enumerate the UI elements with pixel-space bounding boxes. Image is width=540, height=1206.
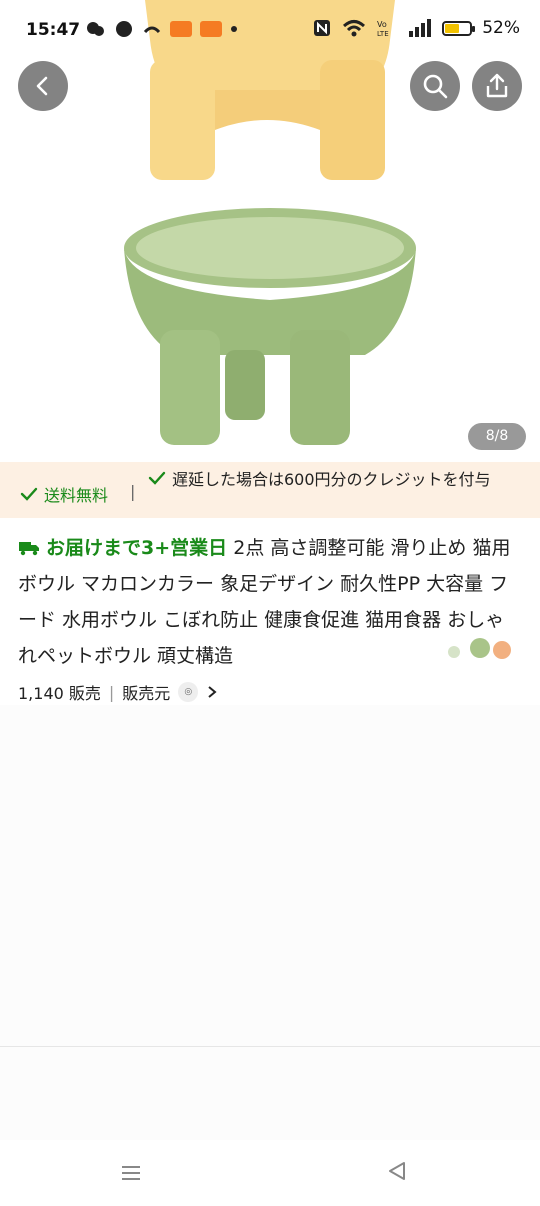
check-icon	[148, 471, 166, 485]
thumbnail-preview[interactable]	[440, 630, 520, 670]
notification-icons	[86, 20, 238, 38]
temu-app-icon-2	[200, 21, 222, 37]
product-image-gallery[interactable]	[0, 0, 540, 462]
wifi-icon	[343, 20, 366, 37]
seller-label: 販売元	[122, 684, 171, 703]
chevron-left-icon	[36, 76, 48, 96]
free-shipping: 送料無料	[20, 482, 108, 506]
back-button[interactable]	[18, 61, 68, 111]
seller-badge-icon: ◎	[178, 682, 199, 702]
delivery-truck-icon	[19, 542, 39, 556]
delivery-estimate: お届けまで3+営業日	[46, 537, 228, 559]
signal-icon	[409, 19, 432, 37]
volte-icon: VoLTE	[377, 20, 389, 38]
svg-text:Vo: Vo	[377, 20, 387, 29]
battery-icon	[442, 20, 476, 36]
back-triangle-icon[interactable]	[386, 1160, 408, 1182]
battery-percent: 52%	[482, 18, 520, 38]
check-icon	[20, 487, 38, 501]
delay-credit-label: 遅延した場合は600円分のクレジットを付与	[172, 470, 491, 489]
nfc-icon	[314, 20, 331, 36]
svg-text:LTE: LTE	[377, 30, 389, 38]
wechat-icon	[87, 22, 104, 36]
system-navigation-bar	[0, 1140, 540, 1206]
status-bar: 15:47 Vo LTE 52%	[0, 0, 540, 62]
section-divider	[0, 1046, 540, 1047]
battery-level	[445, 23, 459, 33]
status-time: 15:47	[26, 20, 81, 40]
green-bowl-illustration	[124, 208, 416, 445]
search-button[interactable]	[410, 61, 460, 111]
temu-app-icon	[170, 21, 192, 37]
chevron-right-icon	[208, 686, 217, 698]
product-image	[124, 0, 416, 445]
system-icons: Vo LTE 52%	[312, 18, 520, 38]
sales-divider: |	[108, 682, 115, 702]
image-counter: 8/8	[468, 423, 526, 450]
rakuten-icon	[116, 21, 132, 37]
search-icon	[423, 74, 448, 99]
share-button[interactable]	[472, 61, 522, 111]
sales-count: 1,140 販売	[18, 684, 101, 703]
menu-icon[interactable]	[120, 1164, 142, 1182]
free-shipping-label: 送料無料	[44, 486, 109, 505]
dot-icon	[231, 26, 237, 32]
sales-row[interactable]: 1,140 販売 | 販売元 ◎	[18, 680, 218, 704]
delay-credit: 遅延した場合は600円分のクレジットを付与	[148, 468, 528, 492]
share-icon	[486, 73, 508, 98]
content-placeholder	[0, 705, 540, 1145]
missed-call-icon	[143, 26, 161, 34]
thumbnail-image	[448, 638, 511, 659]
shipping-banner[interactable]: 送料無料 | 遅延した場合は600円分のクレジットを付与	[0, 462, 540, 518]
banner-divider: |	[130, 482, 136, 501]
